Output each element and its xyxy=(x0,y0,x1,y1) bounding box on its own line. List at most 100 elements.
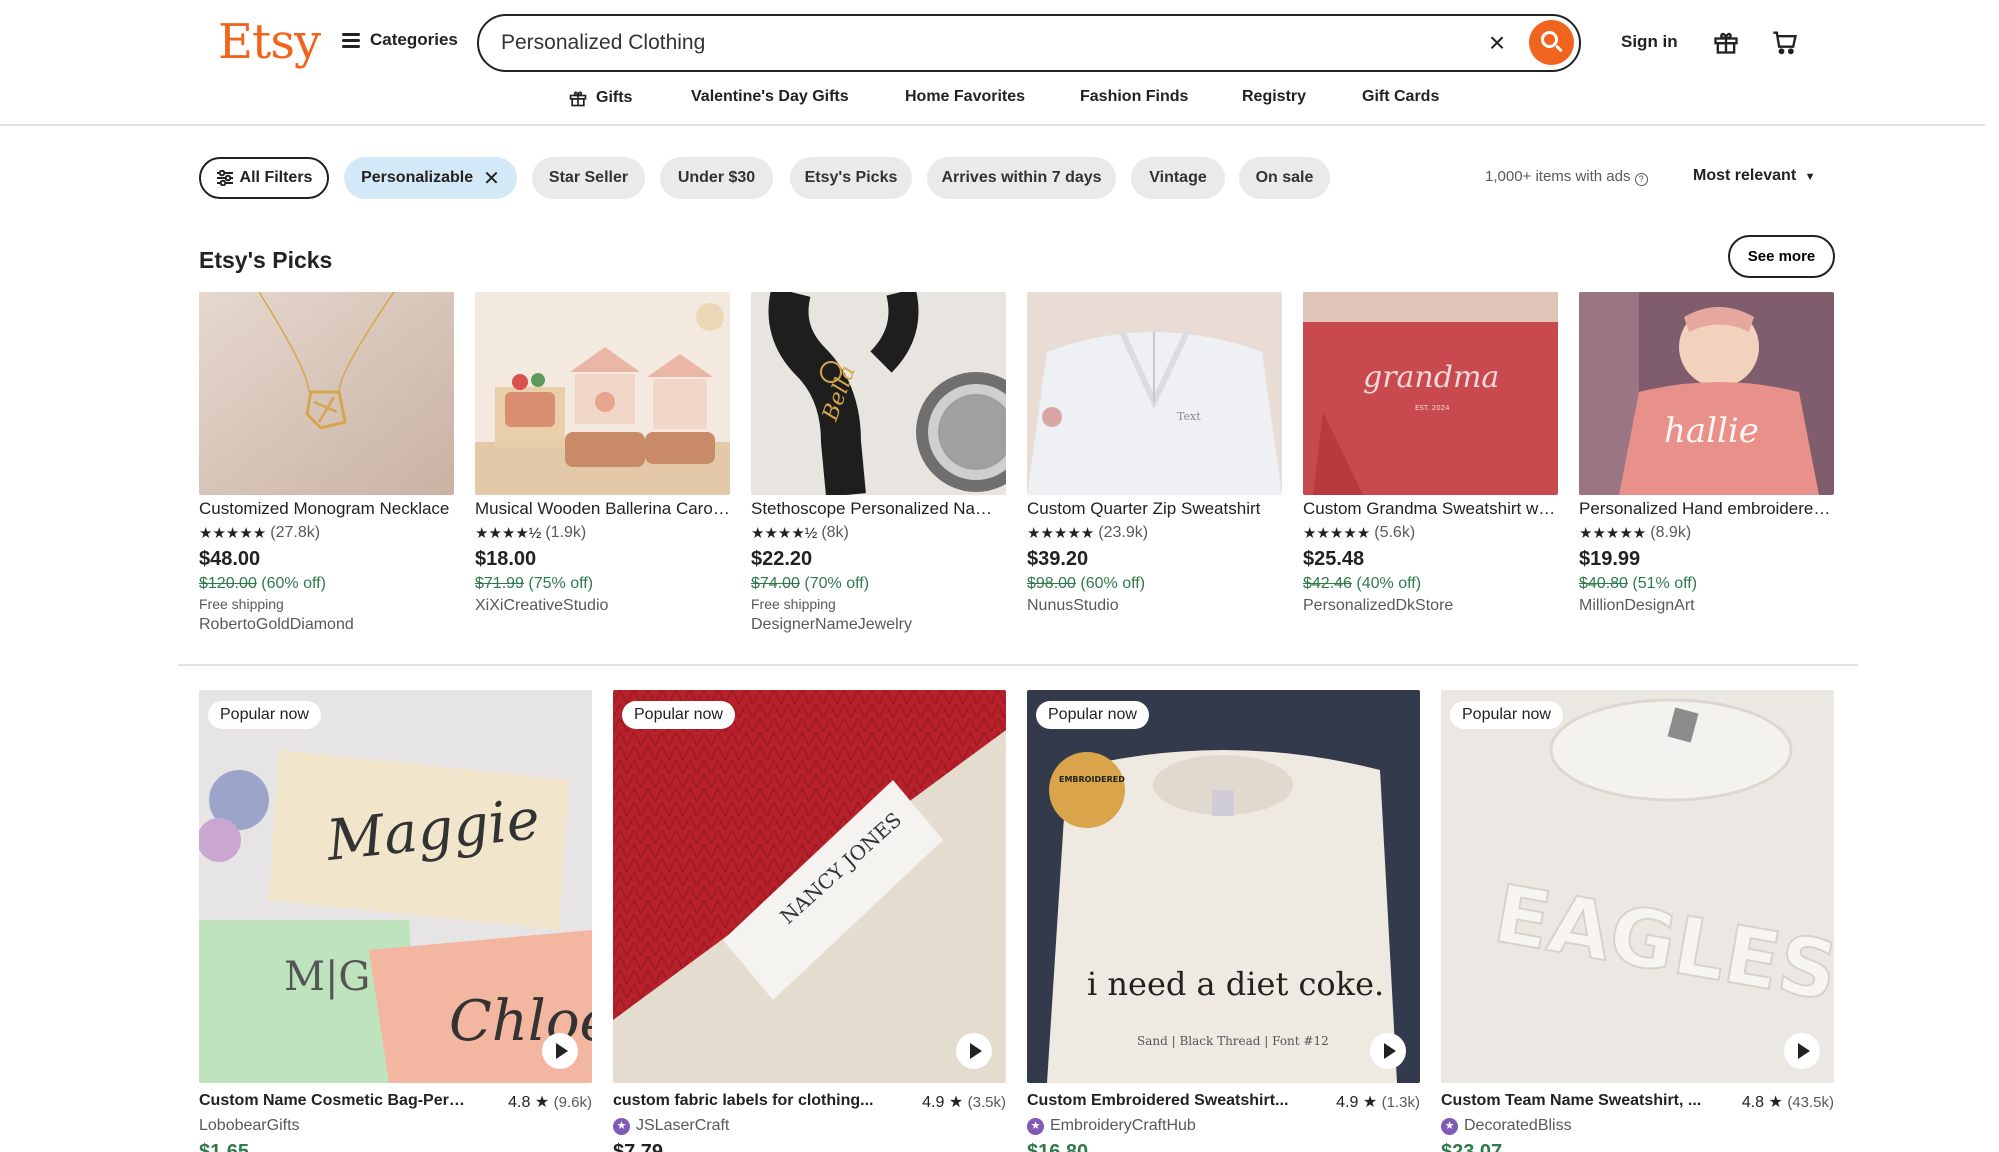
shop-name[interactable]: ★ DecoratedBliss xyxy=(1441,1117,1834,1135)
listing-image[interactable]: grandma EST. 2024 xyxy=(1303,292,1558,495)
chip-vintage[interactable]: Vintage xyxy=(1131,157,1225,199)
shop-name[interactable]: XiXiCreativeStudio xyxy=(475,597,730,615)
shop-name[interactable]: LobobearGifts xyxy=(199,1117,592,1135)
nav-registry[interactable]: Registry xyxy=(1242,88,1306,106)
nav-valentines[interactable]: Valentine's Day Gifts xyxy=(691,88,849,106)
listing-title[interactable]: Custom Grandma Sweatshirt with Names xyxy=(1303,499,1558,519)
nav-gifts[interactable]: Gifts xyxy=(568,88,632,108)
star-rating-icon: ★★★★★ xyxy=(1303,525,1371,542)
etsy-logo[interactable]: Etsy xyxy=(218,14,321,70)
shop-name[interactable]: RobertoGoldDiamond xyxy=(199,616,454,634)
shop-name[interactable]: MillionDesignArt xyxy=(1579,597,1834,615)
original-price: $71.99 (75% off) xyxy=(475,575,594,592)
info-icon[interactable]: ? xyxy=(1634,173,1648,186)
listing-image[interactable]: Bella xyxy=(751,292,1006,495)
listing-card[interactable]: Musical Wooden Ballerina Carousel ★★★★½(… xyxy=(475,292,730,615)
listing-card[interactable]: hallie Personalized Hand embroidered Swe… xyxy=(1579,292,1834,615)
rating: ★★★★½ (1.9k) xyxy=(475,524,730,542)
listing-price: $25.48 xyxy=(1303,548,1365,570)
listing-card[interactable]: EMBROIDERED i need a diet coke. Sand | B… xyxy=(1027,690,1420,1152)
star-icon: ★ xyxy=(948,1094,964,1111)
search-input[interactable] xyxy=(501,28,1461,58)
sort-dropdown[interactable]: Most relevant ▼ xyxy=(1693,167,1815,185)
all-filters-button[interactable]: All Filters xyxy=(199,157,329,199)
shop-name[interactable]: ★ JSLaserCraft xyxy=(613,1117,1006,1135)
listing-price: $1.65 xyxy=(199,1141,250,1152)
listing-image[interactable]: Maggie M|G Chloe Popular now xyxy=(199,690,592,1083)
listing-card[interactable]: EAGLES Popular now Custom Team Name Swea… xyxy=(1441,690,1834,1152)
shop-name[interactable]: NunusStudio xyxy=(1027,597,1282,615)
chip-star-seller[interactable]: Star Seller xyxy=(532,157,645,199)
original-price: $42.46 (40% off) xyxy=(1303,575,1422,592)
shop-name[interactable]: PersonalizedDkStore xyxy=(1303,597,1558,615)
listing-image[interactable]: EAGLES Popular now xyxy=(1441,690,1834,1083)
review-count: (8.9k) xyxy=(1650,524,1692,541)
listing-title[interactable]: Personalized Hand embroidered Sweater xyxy=(1579,499,1834,519)
listing-title[interactable]: Musical Wooden Ballerina Carousel xyxy=(475,499,730,519)
listing-title[interactable]: custom fabric labels for clothing... xyxy=(613,1092,873,1112)
listing-card[interactable]: grandma EST. 2024 Custom Grandma Sweatsh… xyxy=(1303,292,1558,615)
play-icon[interactable] xyxy=(1784,1033,1820,1069)
play-icon[interactable] xyxy=(1370,1033,1406,1069)
section-title: Etsy's Picks xyxy=(199,247,333,273)
listing-image[interactable]: hallie xyxy=(1579,292,1834,495)
see-more-button[interactable]: See more xyxy=(1728,235,1835,278)
listing-title[interactable]: Customized Monogram Necklace xyxy=(199,499,454,519)
free-shipping: Free shipping xyxy=(199,596,284,612)
play-icon[interactable] xyxy=(542,1033,578,1069)
svg-text:Sand | Black Thread | Font #12: Sand | Black Thread | Font #12 xyxy=(1137,1034,1329,1048)
listing-price: $48.00 xyxy=(199,548,261,570)
listing-card[interactable]: Text Custom Quarter Zip Sweatshirt ★★★★★… xyxy=(1027,292,1282,615)
play-icon[interactable] xyxy=(956,1033,992,1069)
listing-image[interactable] xyxy=(475,292,730,495)
chip-under-30[interactable]: Under $30 xyxy=(660,157,773,199)
listing-card[interactable]: Maggie M|G Chloe Popular now Custom Name… xyxy=(199,690,592,1152)
chip-arrives-7-days[interactable]: Arrives within 7 days xyxy=(927,157,1116,199)
listing-image[interactable]: Text xyxy=(1027,292,1282,495)
listing-title[interactable]: Stethoscope Personalized Name Tag xyxy=(751,499,1006,519)
star-icon: ★ xyxy=(534,1094,550,1111)
listing-price: $19.99 xyxy=(1579,548,1641,570)
star-seller-icon: ★ xyxy=(1027,1117,1044,1135)
listing-title[interactable]: Custom Embroidered Sweatshirt... xyxy=(1027,1092,1288,1112)
rating: 4.9 ★ (3.5k) xyxy=(922,1094,1006,1111)
listing-image[interactable]: NANCY JONES Popular now xyxy=(613,690,1006,1083)
chip-etsys-picks[interactable]: Etsy's Picks xyxy=(790,157,912,199)
chip-label: Personalizable xyxy=(361,169,474,186)
listing-title[interactable]: Custom Quarter Zip Sweatshirt xyxy=(1027,499,1282,519)
search-bar: × xyxy=(477,14,1581,72)
categories-button[interactable]: Categories xyxy=(342,30,458,50)
nav-label: Gifts xyxy=(596,89,633,106)
star-icon: ★ xyxy=(1768,1094,1783,1111)
search-button[interactable] xyxy=(1529,20,1574,65)
svg-text:Text: Text xyxy=(1177,410,1201,423)
main-nav: Gifts Valentine's Day Gifts Home Favorit… xyxy=(0,88,1985,118)
listing-title[interactable]: Custom Team Name Sweatshirt, ... xyxy=(1441,1092,1701,1112)
nav-fashion-finds[interactable]: Fashion Finds xyxy=(1080,88,1188,106)
listing-card[interactable]: Customized Monogram Necklace ★★★★★ (27.8k… xyxy=(199,292,454,634)
listing-image[interactable] xyxy=(199,292,454,495)
listing-card[interactable]: Bella Stethoscope Personalized Name Tag … xyxy=(751,292,1006,634)
clear-search-icon[interactable]: × xyxy=(1483,29,1511,57)
gift-icon[interactable] xyxy=(1712,28,1740,56)
popular-now-badge: Popular now xyxy=(208,701,321,729)
rating: ★★★★★ (5.6k) xyxy=(1303,524,1558,542)
nav-gift-cards[interactable]: Gift Cards xyxy=(1362,88,1439,106)
all-filters-label: All Filters xyxy=(239,169,313,186)
rating: 4.8 ★ (9.6k) xyxy=(508,1094,592,1111)
listing-title[interactable]: Custom Name Cosmetic Bag-Personalized xyxy=(199,1092,469,1112)
shop-name[interactable]: ★ EmbroideryCraftHub xyxy=(1027,1117,1420,1135)
listing-card[interactable]: NANCY JONES Popular now custom fabric la… xyxy=(613,690,1006,1152)
star-rating-icon: ★★★★★ xyxy=(199,525,267,542)
remove-filter-icon[interactable]: ✕ xyxy=(483,166,500,191)
site-header: Etsy Categories × Sign in Gifts Valentin… xyxy=(0,0,1985,126)
shop-name[interactable]: DesignerNameJewelry xyxy=(751,616,1006,634)
rating: ★★★★½ (8k) xyxy=(751,524,1006,542)
popular-now-badge: Popular now xyxy=(622,701,735,729)
cart-icon[interactable] xyxy=(1771,28,1799,56)
chip-personalizable[interactable]: Personalizable ✕ xyxy=(344,157,517,199)
nav-home-favorites[interactable]: Home Favorites xyxy=(905,88,1025,106)
sign-in-link[interactable]: Sign in xyxy=(1621,32,1678,52)
chip-on-sale[interactable]: On sale xyxy=(1239,157,1330,199)
listing-image[interactable]: EMBROIDERED i need a diet coke. Sand | B… xyxy=(1027,690,1420,1083)
